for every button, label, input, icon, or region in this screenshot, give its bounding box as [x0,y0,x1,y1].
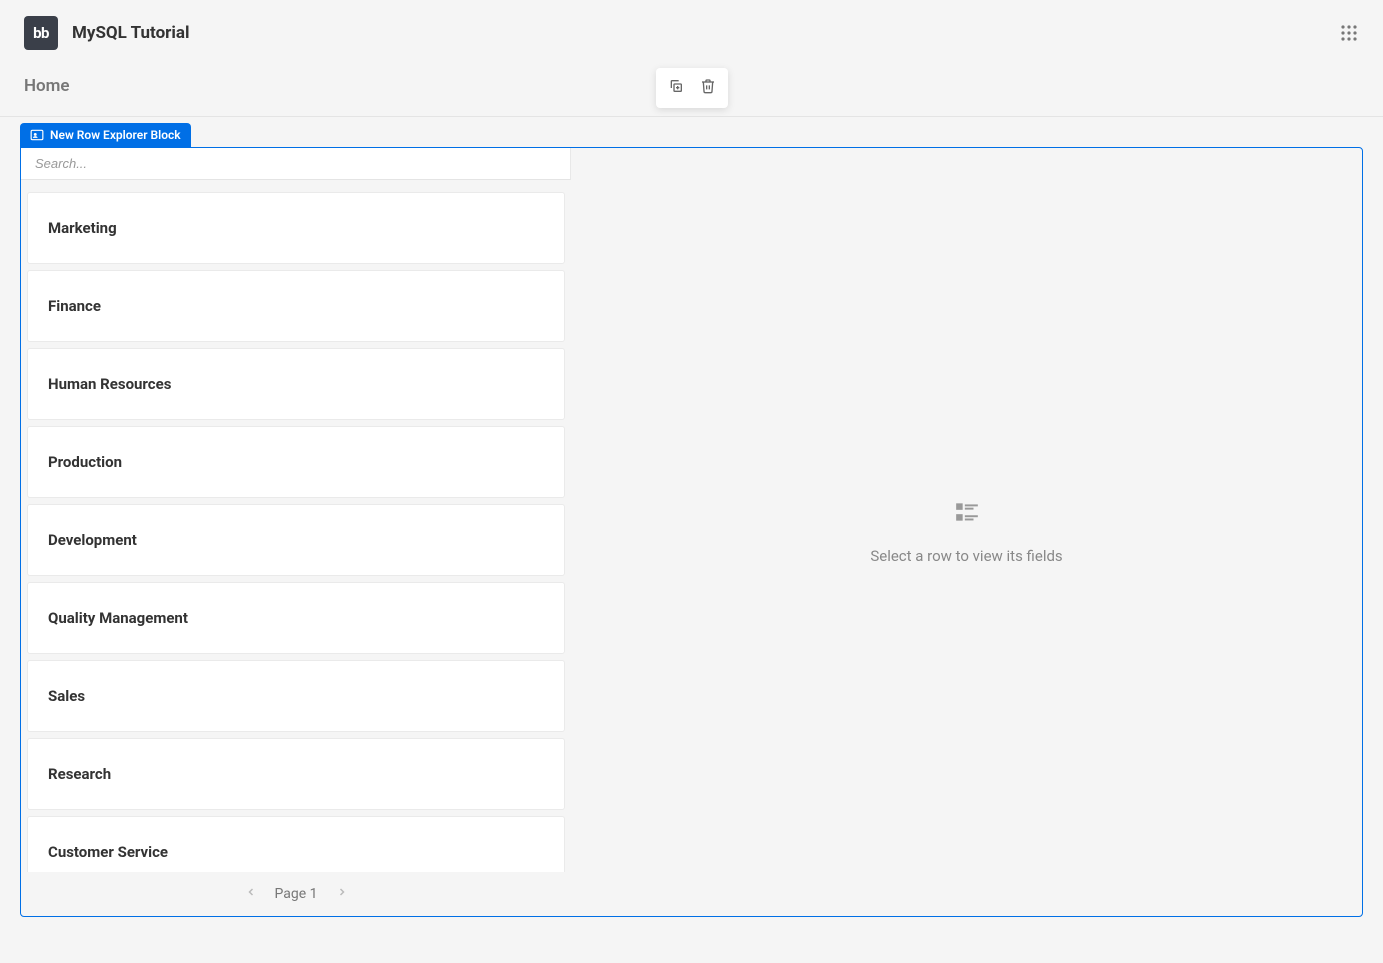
row-label: Human Resources [48,375,171,393]
row-item[interactable]: Development [27,504,565,576]
logo-text: bb [33,24,49,42]
row-item[interactable]: Quality Management [27,582,565,654]
pager-label: Page 1 [275,886,318,902]
app-title: MySQL Tutorial [72,23,190,43]
prev-page-button[interactable] [245,886,257,902]
fields-panel: Select a row to view its fields [571,148,1362,916]
row-item[interactable]: Customer Service [27,816,565,872]
contact-card-icon [30,128,44,142]
row-label: Finance [48,297,101,315]
duplicate-button[interactable] [662,74,690,102]
block-tab[interactable]: New Row Explorer Block [20,123,191,147]
next-page-button[interactable] [336,886,348,902]
empty-state-text: Select a row to view its fields [870,547,1062,565]
delete-button[interactable] [694,74,722,102]
chevron-right-icon [336,886,348,902]
apps-grid-icon[interactable] [1339,23,1359,43]
row-label: Research [48,765,111,783]
row-label: Development [48,531,137,549]
duplicate-icon [668,78,684,98]
row-label: Sales [48,687,85,705]
app-logo[interactable]: bb [24,16,58,50]
row-label: Quality Management [48,609,188,627]
fields-icon [954,499,980,529]
row-item[interactable]: Finance [27,270,565,342]
block-toolbar [656,68,728,108]
content-area: New Row Explorer Block Marketing Finance… [0,117,1383,937]
row-label: Customer Service [48,843,168,861]
block-body: Marketing Finance Human Resources Produc… [20,147,1363,917]
block-tab-label: New Row Explorer Block [50,128,181,142]
header-left: bb MySQL Tutorial [24,16,190,50]
row-item[interactable]: Research [27,738,565,810]
trash-icon [700,78,716,98]
rows-list[interactable]: Marketing Finance Human Resources Produc… [21,180,571,872]
pager: Page 1 [21,872,571,916]
app-header: bb MySQL Tutorial [0,0,1383,62]
row-item[interactable]: Marketing [27,192,565,264]
chevron-left-icon [245,886,257,902]
row-label: Production [48,453,122,471]
row-item[interactable]: Production [27,426,565,498]
row-item[interactable]: Sales [27,660,565,732]
subheader: Home [0,62,1383,117]
rows-panel: Marketing Finance Human Resources Produc… [21,148,571,916]
row-label: Marketing [48,219,117,237]
row-item[interactable]: Human Resources [27,348,565,420]
search-input[interactable] [21,148,571,180]
